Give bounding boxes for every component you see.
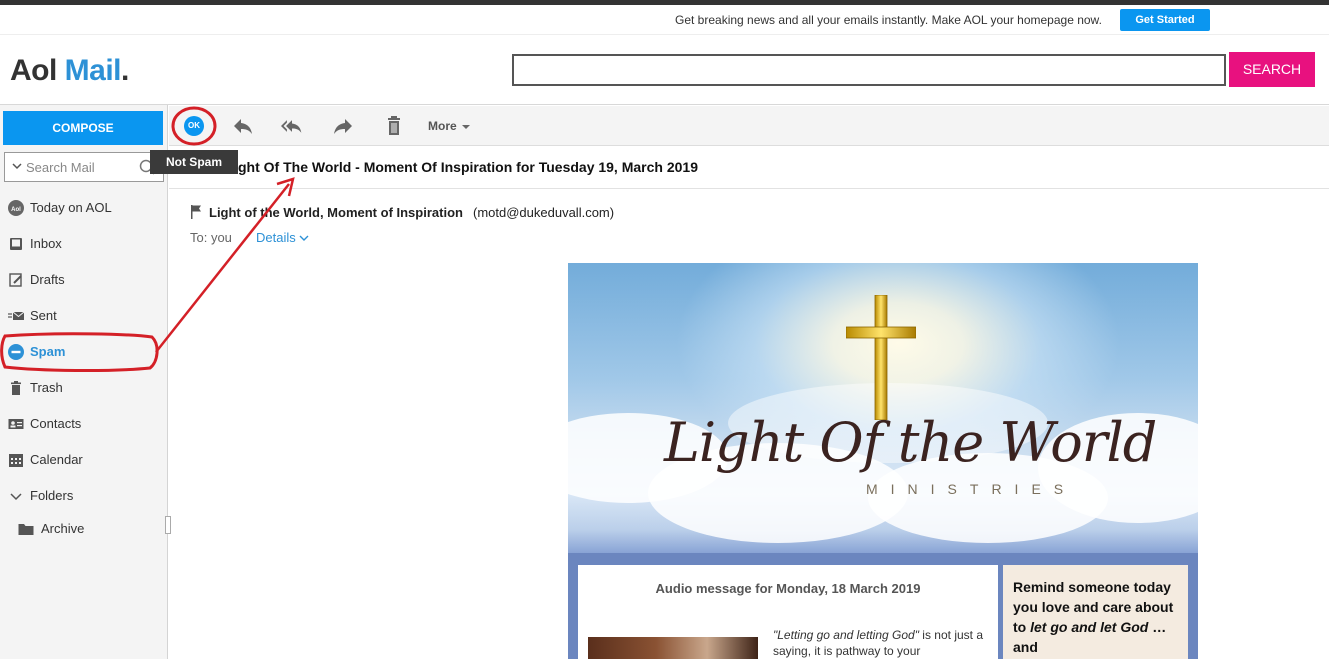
more-menu[interactable]: More [428,119,470,133]
not-spam-tooltip: Not Spam [150,150,238,174]
details-label: Details [256,230,296,245]
sidebar-resize-handle[interactable] [165,516,171,534]
reminder-card: Remind someone today you love and care a… [1003,565,1188,659]
sidebar: COMPOSE Search Mail Aol Today on AOL Inb… [0,105,171,659]
calendar-icon [9,454,23,467]
sidebar-item-label: Trash [30,380,63,395]
sidebar-item-trash[interactable]: Trash [0,372,168,404]
reminder-italic: let go and let God [1030,619,1149,635]
header: Aol Mail. SEARCH [0,35,1329,105]
chevron-down-icon [299,235,309,241]
compose-button[interactable]: COMPOSE [3,111,163,145]
sidebar-item-folders[interactable]: Folders [0,480,168,512]
flag-icon[interactable] [190,205,202,219]
sidebar-item-today-on-aol[interactable]: Aol Today on AOL [0,192,168,224]
reminder-text: Remind someone today you love and care a… [1013,577,1185,657]
spam-icon [8,344,24,360]
not-spam-button[interactable]: OK [184,116,204,136]
caret-down-icon [461,124,470,129]
email-content-area: Audio message for Monday, 18 March 2019 … [568,553,1198,659]
sidebar-item-label: Spam [30,344,66,359]
contacts-icon [8,419,24,429]
reply-icon[interactable] [232,116,254,136]
quote-text: "Letting go and letting God" is not just… [773,627,995,659]
recipient-text: To: you [190,230,232,245]
forward-icon[interactable] [332,116,354,136]
sidebar-item-contacts[interactable]: Contacts [0,408,168,440]
sidebar-item-label: Drafts [30,272,65,287]
sidebar-item-inbox[interactable]: Inbox [0,228,168,260]
sidebar-item-drafts[interactable]: Drafts [0,264,168,296]
sender-address: (motd@dukeduvall.com) [473,205,615,220]
message-toolbar: OK More [169,106,1329,146]
audio-message-title[interactable]: Audio message for Monday, 18 March 2019 [578,581,998,596]
chevron-down-icon [10,493,22,501]
sidebar-item-label: Sent [30,308,57,323]
promo-bar: Get breaking news and all your emails in… [0,5,1329,35]
brand-subtitle: MINISTRIES [866,481,1077,497]
trash-icon [11,381,21,395]
chevron-down-icon[interactable] [10,159,24,173]
folder-icon [18,524,34,535]
search-mail-field[interactable]: Search Mail [4,152,164,182]
recipient-row: To: you Details [190,230,309,245]
drafts-icon [9,273,22,287]
brand-title: Light Of the World [664,411,1157,474]
search-button[interactable]: SEARCH [1229,52,1315,87]
sidebar-item-calendar[interactable]: Calendar [0,444,168,476]
aol-icon: Aol [8,200,24,216]
svg-text:Aol: Aol [11,207,21,213]
sent-icon [8,311,24,320]
web-search-input[interactable] [512,54,1226,86]
message-thumbnail[interactable] [588,637,758,659]
sidebar-item-sent[interactable]: Sent [0,300,168,332]
golden-cross-icon [846,295,916,420]
promo-text: Get breaking news and all your emails in… [675,13,1102,27]
audio-message-card: Audio message for Monday, 18 March 2019 … [578,565,998,659]
search-mail-placeholder: Search Mail [26,160,95,175]
sender-name[interactable]: Light of the World, Moment of Inspiratio… [209,205,463,220]
more-label: More [428,119,457,133]
logo-dot: . [121,54,129,87]
sidebar-item-spam[interactable]: Spam [0,336,168,368]
details-toggle[interactable]: Details [256,230,309,245]
get-started-button[interactable]: Get Started [1120,9,1210,31]
sidebar-item-label: Calendar [30,452,83,467]
sidebar-item-label: Today on AOL [30,200,112,215]
inbox-icon [10,238,22,250]
logo-mail-text: Mail [64,54,122,87]
sidebar-item-label: Folders [30,488,74,503]
sidebar-item-label: Archive [41,521,85,536]
aol-mail-logo[interactable]: Aol Mail. [10,54,129,88]
subject-bar: ght Of The World - Moment Of Inspiration… [169,147,1329,189]
sidebar-item-label: Contacts [30,416,82,431]
quote-italic: "Letting go and letting God" [773,628,919,642]
sidebar-item-label: Inbox [30,236,62,251]
sidebar-item-archive[interactable]: Archive [0,513,168,545]
delete-icon[interactable] [383,116,405,136]
reply-all-icon[interactable] [281,116,303,136]
logo-aol-text: Aol [10,54,57,87]
email-banner-image: Light Of the World MINISTRIES [568,263,1198,553]
message-subject: ght Of The World - Moment Of Inspiration… [238,159,698,175]
